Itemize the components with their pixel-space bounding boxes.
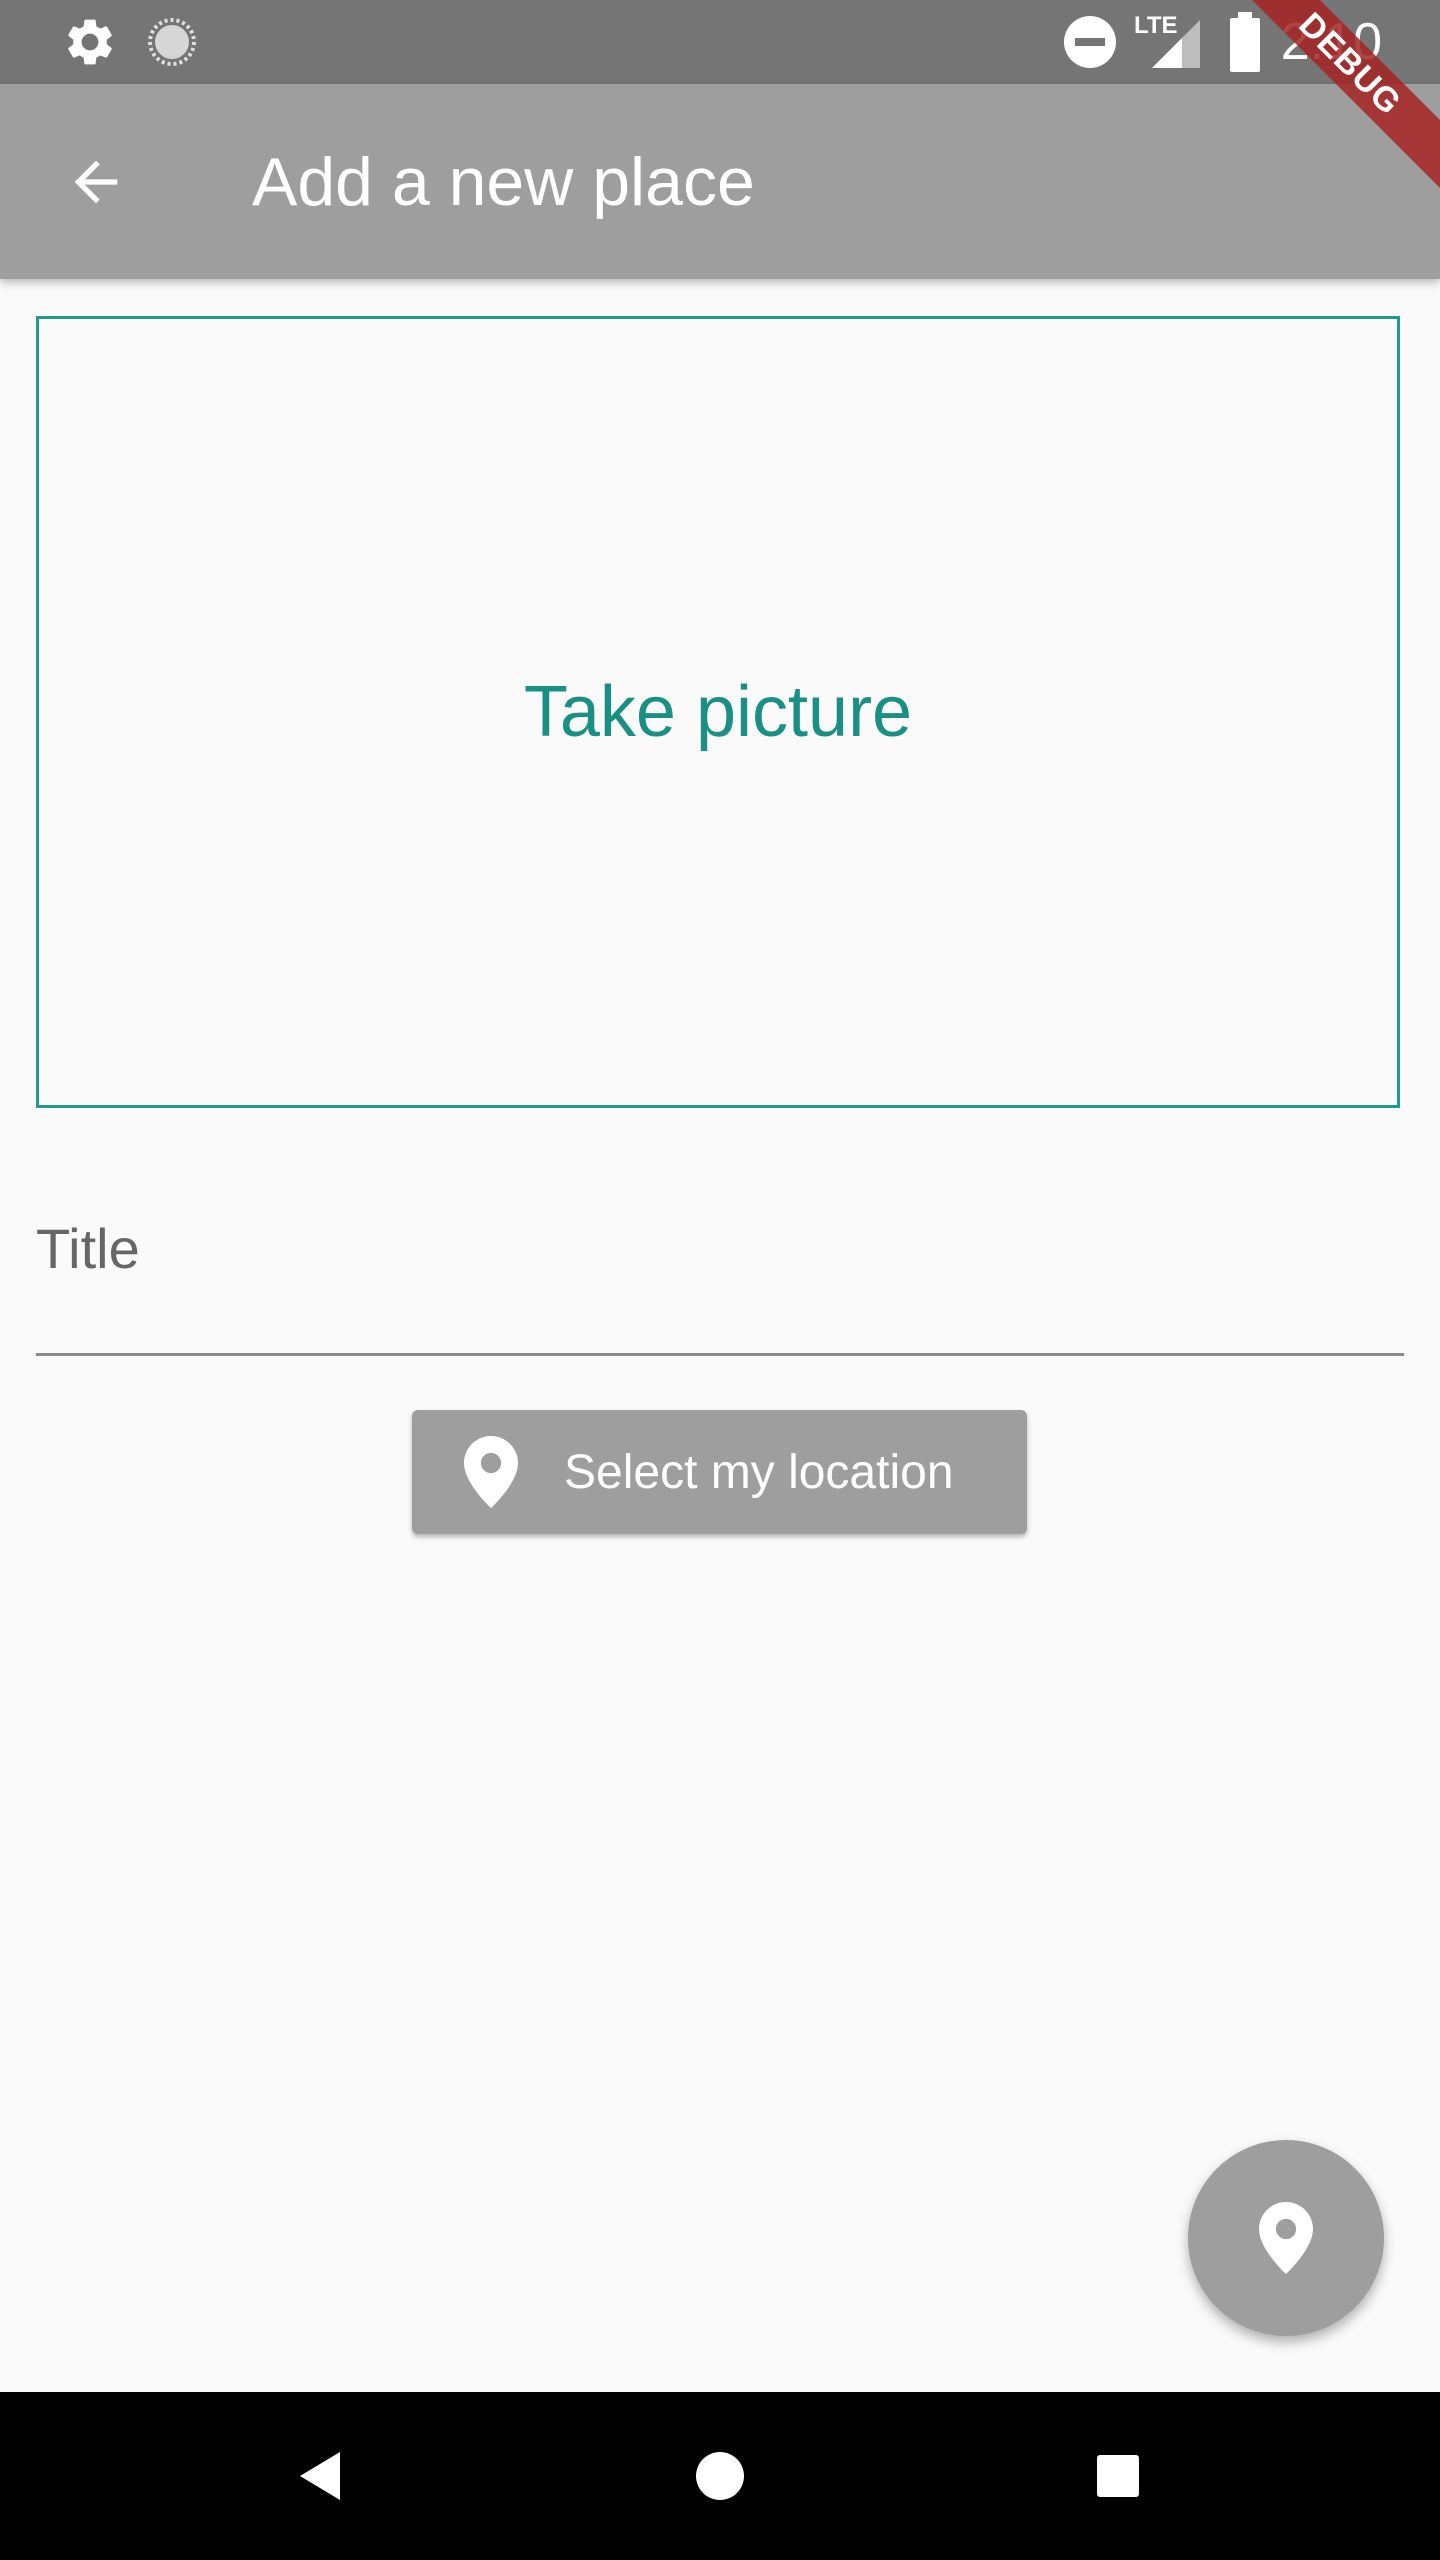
location-fab[interactable] [1188,2140,1384,2336]
title-input[interactable]: Title [36,1190,1404,1356]
title-underline [36,1353,1404,1356]
take-picture-label: Take picture [523,672,913,752]
battery-icon [1226,10,1264,74]
location-pin-icon [464,1436,518,1508]
take-picture-button[interactable]: Take picture [36,316,1400,1108]
title-placeholder: Title [36,1217,140,1280]
home-circle-icon [695,2451,745,2501]
recents-square-icon [1096,2454,1140,2498]
location-pin-icon [1259,2202,1313,2274]
status-time: 2:10 [1280,13,1382,71]
select-location-label: Select my location [564,1445,954,1499]
loading-icon [146,16,198,68]
status-bar: LTE 2:10 [0,0,1440,84]
select-location-button[interactable]: Select my location [412,1410,1027,1534]
app-bar: Add a new place [0,84,1440,279]
settings-icon [62,14,118,70]
nav-home-button[interactable] [670,2426,770,2526]
do-not-disturb-icon [1062,14,1118,70]
navigation-bar [0,2392,1440,2560]
network-type-label: LTE [1134,12,1178,39]
back-triangle-icon [296,2450,344,2502]
page-title: Add a new place [252,144,755,220]
back-button[interactable] [48,134,144,230]
arrow-back-icon [64,150,128,214]
nav-back-button[interactable] [270,2426,370,2526]
nav-recents-button[interactable] [1068,2426,1168,2526]
